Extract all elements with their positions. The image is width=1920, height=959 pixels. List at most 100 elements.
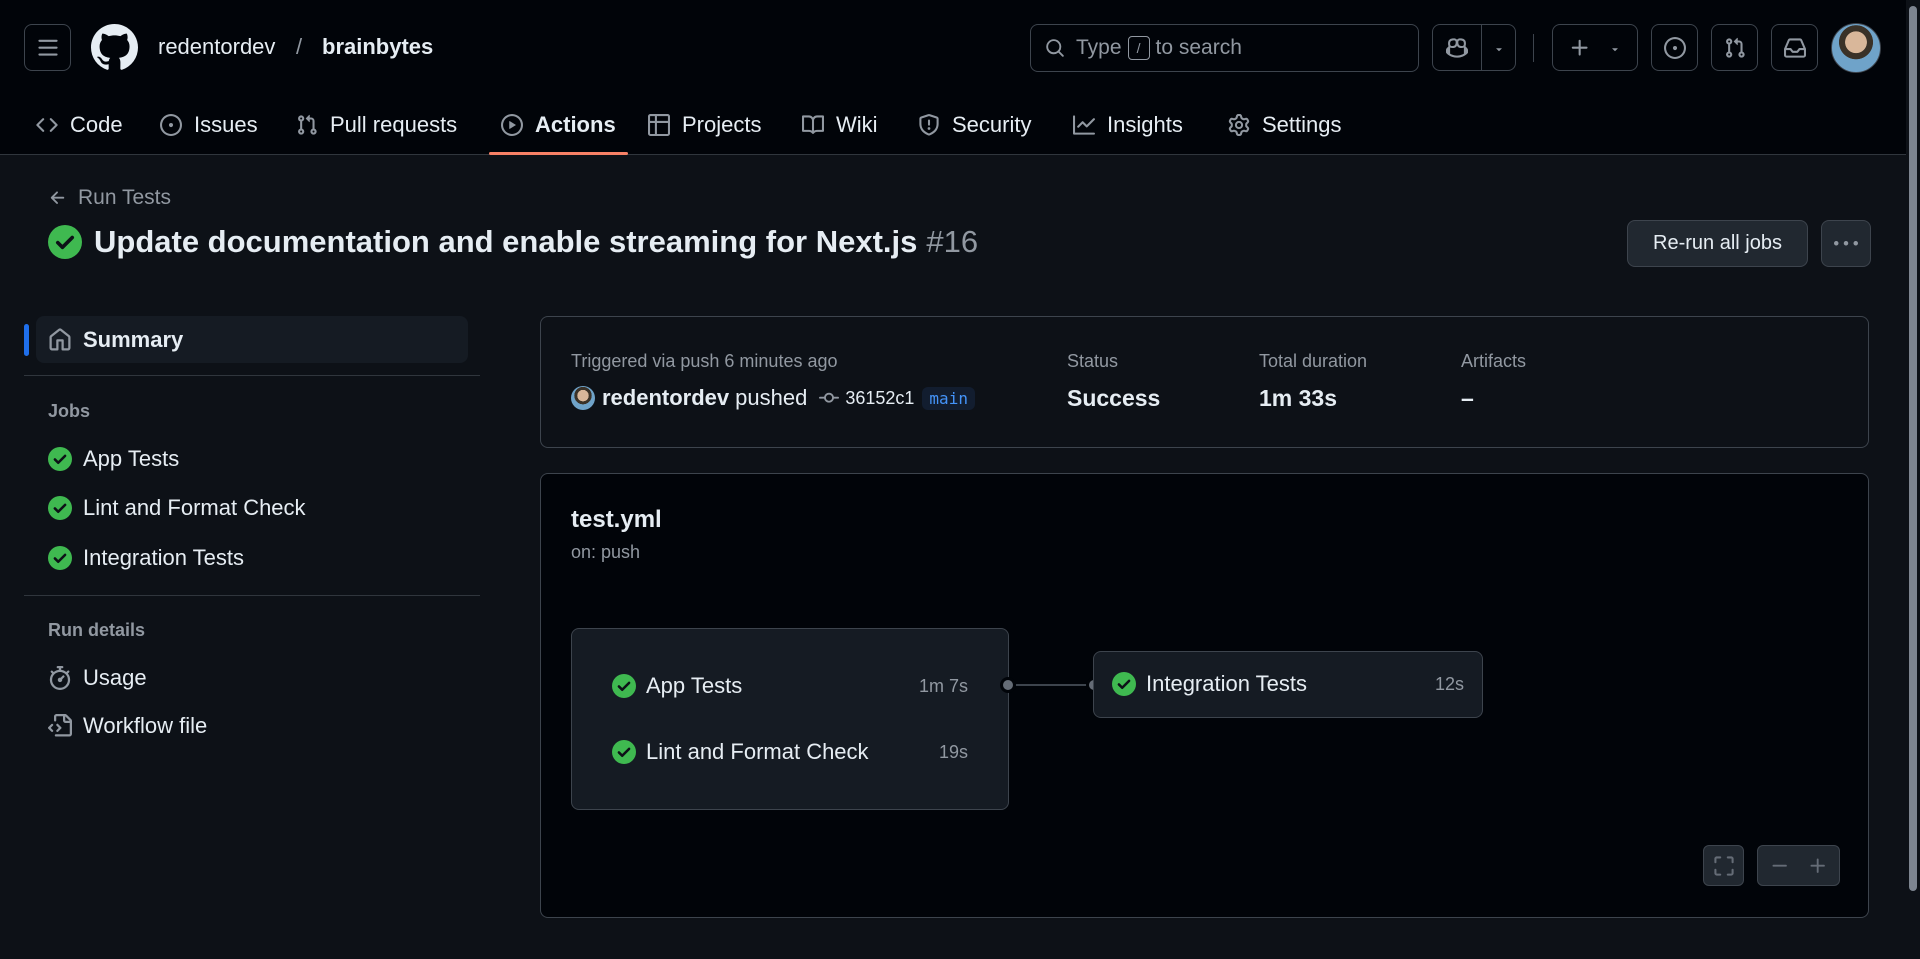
tab-label: Wiki <box>836 112 878 137</box>
arrow-left-icon <box>50 191 65 204</box>
screen-full-icon <box>1713 855 1734 876</box>
search-placeholder-prefix: Type <box>1076 36 1122 59</box>
sidebar-item-label: App Tests <box>83 446 180 471</box>
chevron-down-icon[interactable] <box>1493 43 1505 55</box>
job-dependency-line <box>1008 684 1094 686</box>
commit-link[interactable]: 36152c1 <box>819 388 914 409</box>
run-number: #16 <box>926 224 979 259</box>
pusher-username[interactable]: redentordev <box>602 385 729 411</box>
your-issues-button[interactable] <box>1651 24 1698 71</box>
table-icon <box>648 114 670 136</box>
more-options-button[interactable] <box>1821 220 1871 267</box>
tab-label: Insights <box>1107 112 1183 137</box>
check-circle-fill-icon <box>48 447 72 471</box>
job-duration: 19s <box>938 741 968 762</box>
duration-label: Total duration <box>1259 351 1368 371</box>
repo-owner-link[interactable]: redentordev <box>158 34 275 60</box>
connector-dot <box>1000 677 1016 693</box>
page-scrollbar[interactable] <box>1906 0 1920 959</box>
check-circle-fill-icon <box>612 740 636 764</box>
tab-projects[interactable]: Projects <box>648 96 761 154</box>
tab-pull-requests[interactable]: Pull requests <box>296 96 457 154</box>
gear-icon <box>1228 114 1250 136</box>
graph-job-integration-tests[interactable]: Integration Tests 12s <box>1093 651 1483 718</box>
tab-issues[interactable]: Issues <box>160 96 258 154</box>
jobs-heading: Jobs <box>48 401 91 421</box>
check-circle-fill-icon <box>48 225 82 259</box>
branch-badge[interactable]: main <box>922 386 975 410</box>
job-row: Integration Tests 12s <box>1112 669 1464 699</box>
pusher-avatar[interactable] <box>571 386 595 410</box>
button-group-divider <box>1481 25 1482 70</box>
tab-label: Pull requests <box>330 112 458 137</box>
workflow-file-name[interactable]: test.yml <box>571 506 662 534</box>
home-icon <box>49 327 71 350</box>
sidebar-divider <box>24 595 480 596</box>
trigger-text: Triggered via push 6 minutes ago <box>571 351 838 371</box>
job-name: Integration Tests <box>1146 671 1308 696</box>
scrollbar-thumb[interactable] <box>1909 6 1917 891</box>
commit-sha: 36152c1 <box>845 387 915 408</box>
rerun-all-jobs-button[interactable]: Re-run all jobs <box>1627 220 1808 267</box>
tab-insights[interactable]: Insights <box>1073 96 1183 154</box>
plus-icon <box>1571 39 1588 56</box>
user-avatar[interactable] <box>1831 23 1881 73</box>
search-placeholder-suffix: to search <box>1155 36 1242 59</box>
search-shortcut-key: / <box>1127 36 1150 60</box>
sidebar-item-label: Lint and Format Check <box>83 495 306 520</box>
tab-code[interactable]: Code <box>36 96 123 154</box>
notifications-button[interactable] <box>1771 24 1818 71</box>
tab-settings[interactable]: Settings <box>1228 96 1342 154</box>
artifacts-value: – <box>1461 385 1474 411</box>
tab-security[interactable]: Security <box>918 96 1031 154</box>
job-name: App Tests <box>646 673 743 698</box>
your-pull-requests-button[interactable] <box>1711 24 1758 71</box>
tab-label: Projects <box>682 112 762 137</box>
back-to-workflow-link[interactable]: Run Tests <box>48 186 171 210</box>
copilot-button-group[interactable] <box>1432 24 1516 71</box>
run-title-row: Update documentation and enable streamin… <box>48 224 978 260</box>
github-logo-icon[interactable] <box>91 24 138 71</box>
graph-icon <box>1073 115 1095 135</box>
back-link-label: Run Tests <box>78 186 171 209</box>
sidebar-item-workflow-file[interactable]: Workflow file <box>48 713 207 739</box>
sidebar-job-app-tests[interactable]: App Tests <box>48 446 179 472</box>
zoom-in-icon[interactable] <box>1808 856 1828 876</box>
play-icon <box>501 114 523 136</box>
workflow-trigger: on: push <box>571 542 641 562</box>
tab-label: Code <box>70 112 123 137</box>
artifacts-label: Artifacts <box>1461 351 1527 371</box>
graph-job-app-tests[interactable]: App Tests 1m 7s <box>612 671 968 701</box>
repo-name-link[interactable]: brainbytes <box>322 34 433 60</box>
sidebar-job-lint[interactable]: Lint and Format Check <box>48 495 306 521</box>
sidebar-item-label: Workflow file <box>83 713 208 738</box>
tab-actions[interactable]: Actions <box>489 96 628 155</box>
job-duration: 1m 7s <box>918 675 968 696</box>
sidebar-item-summary[interactable]: Summary <box>24 316 468 363</box>
sidebar-item-usage[interactable]: Usage <box>48 665 147 691</box>
job-duration: 12s <box>1434 673 1464 694</box>
fullscreen-button[interactable] <box>1703 845 1744 886</box>
git-pull-request-icon <box>1725 37 1745 58</box>
sidebar-job-integration-tests[interactable]: Integration Tests <box>48 545 244 571</box>
workflow-graph-card: test.yml on: push App Tests 1m 7s Lint a… <box>540 473 1869 918</box>
shield-icon <box>919 114 939 136</box>
open-menu-button[interactable] <box>24 24 71 71</box>
sidebar-item-label: Usage <box>83 665 147 690</box>
status-label: Status <box>1067 351 1119 371</box>
create-new-button[interactable] <box>1552 24 1638 71</box>
sidebar-divider <box>24 375 480 376</box>
kebab-horizontal-icon <box>1834 240 1858 245</box>
status-value: Success <box>1067 385 1161 411</box>
search-icon <box>1046 39 1064 57</box>
tab-wiki[interactable]: Wiki <box>802 96 878 154</box>
copilot-icon <box>1446 38 1468 58</box>
header-divider <box>1533 34 1534 62</box>
duration-value: 1m 33s <box>1259 385 1338 411</box>
search-input[interactable]: Type / to search <box>1030 24 1419 72</box>
job-name: Lint and Format Check <box>646 739 869 764</box>
issue-opened-icon <box>1663 36 1686 59</box>
issue-opened-icon <box>160 114 182 136</box>
graph-job-lint[interactable]: Lint and Format Check 19s <box>612 737 968 767</box>
zoom-out-icon[interactable] <box>1770 856 1790 876</box>
